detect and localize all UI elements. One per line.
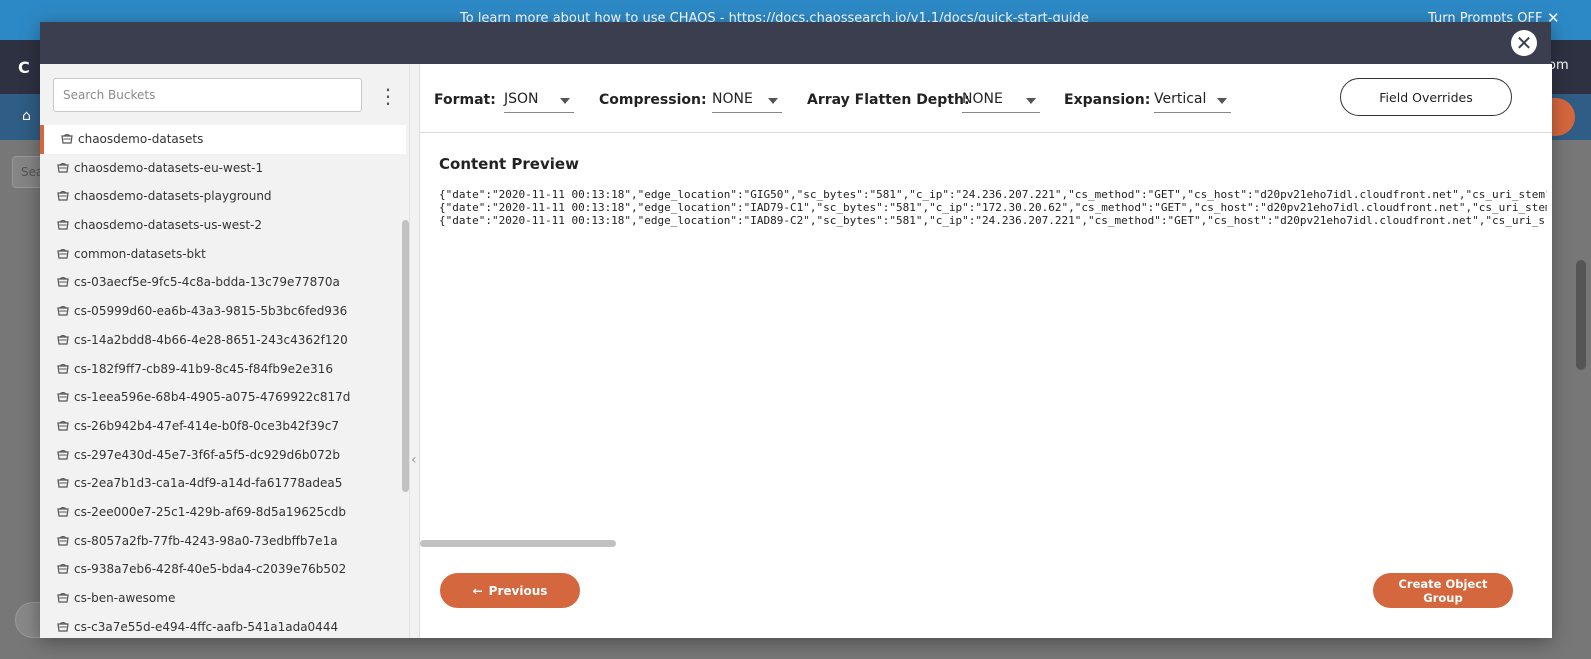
bucket-label: chaosdemo-datasets-playground <box>74 189 272 204</box>
bucket-list-item[interactable]: cs-05999d60-ea6b-43a3-9815-5b3bc6fed936 <box>40 297 406 326</box>
bucket-list-item[interactable]: chaosdemo-datasets-playground <box>40 182 406 211</box>
chevron-down-icon <box>1217 98 1227 104</box>
bucket-label: cs-297e430d-45e7-3f6f-a5f5-dc929d6b072b <box>74 447 341 462</box>
bucket-list-item[interactable]: cs-1eea596e-68b4-4905-a075-4769922c817d <box>40 383 406 412</box>
content-preview-title: Content Preview <box>439 155 579 173</box>
search-buckets-input[interactable] <box>53 78 362 112</box>
bucket-list-item[interactable]: cs-2ea7b1d3-ca1a-4df9-a14d-fa61778adea5 <box>40 469 406 498</box>
preview-line: {"date":"2020-11-11 00:13:18","edge_loca… <box>439 214 1545 227</box>
array-flatten-value: NONE <box>962 91 1003 107</box>
bucket-icon <box>57 391 69 402</box>
bucket-icon <box>57 248 69 259</box>
bucket-label: cs-1eea596e-68b4-4905-a075-4769922c817d <box>74 390 351 405</box>
compression-label: Compression: <box>599 92 707 108</box>
chevron-down-icon <box>768 98 778 104</box>
preview-horizontal-scrollbar[interactable] <box>420 540 616 547</box>
bucket-icon <box>57 477 69 488</box>
bucket-label: common-datasets-bkt <box>74 246 206 261</box>
bucket-label: cs-938a7eb6-428f-40e5-bda4-c2039e76b502 <box>74 562 347 577</box>
field-overrides-button[interactable]: Field Overrides <box>1340 78 1512 116</box>
bucket-icon <box>57 420 69 431</box>
bucket-list: chaosdemo-datasets chaosdemo-datasets-eu-… <box>40 125 406 638</box>
preview-line: {"date":"2020-11-11 00:13:18","edge_loca… <box>439 188 1547 201</box>
bucket-list-item[interactable]: cs-26b942b4-47ef-414e-b0f8-0ce3b42f39c7 <box>40 412 406 441</box>
bucket-list-item[interactable]: cs-2ee000e7-25c1-429b-af69-8d5a19625cdb <box>40 498 406 527</box>
create-object-group-modal: ✕ ⋮ chaosdemo-datasetschaosdemo-datasets… <box>40 22 1552 638</box>
bucket-icon <box>57 535 69 546</box>
preview-line: {"date":"2020-11-11 00:13:18","edge_loca… <box>439 201 1547 214</box>
bucket-icon <box>61 133 73 144</box>
previous-button[interactable]: ← Previous <box>440 573 580 608</box>
chevron-left-icon[interactable]: ‹ <box>411 452 417 468</box>
bucket-label: chaosdemo-datasets-eu-west-1 <box>74 160 264 175</box>
bucket-icon <box>57 506 69 517</box>
bucket-icon <box>57 190 69 201</box>
bucket-label: cs-2ee000e7-25c1-429b-af69-8d5a19625cdb <box>74 504 346 519</box>
bucket-icon <box>57 563 69 574</box>
close-icon[interactable]: ✕ <box>1511 30 1537 56</box>
bucket-list-item[interactable]: cs-8057a2fb-77fb-4243-98a0-73edbffb7e1a <box>40 527 406 556</box>
arrow-left-icon: ← <box>472 583 483 598</box>
bucket-icon <box>57 363 69 374</box>
bucket-list-item[interactable]: cs-ben-awesome <box>40 584 406 613</box>
array-flatten-label: Array Flatten Depth: <box>807 92 970 108</box>
bucket-label: cs-8057a2fb-77fb-4243-98a0-73edbffb7e1a <box>74 533 338 548</box>
format-label: Format: <box>434 92 496 108</box>
expansion-label: Expansion: <box>1064 92 1151 108</box>
preview-panel: Format: JSON Compression: NONE Array Fla… <box>419 64 1552 638</box>
bucket-list-item[interactable]: cs-03aecf5e-9fc5-4c8a-bdda-13c79e77870a <box>40 268 406 297</box>
bucket-label: cs-ben-awesome <box>74 591 176 605</box>
bucket-label: chaosdemo-datasets-us-west-2 <box>74 218 262 233</box>
bucket-label: chaosdemo-datasets <box>78 132 204 146</box>
kebab-menu-icon[interactable]: ⋮ <box>378 84 398 108</box>
bucket-list-item[interactable]: cs-297e430d-45e7-3f6f-a5f5-dc929d6b072b <box>40 441 406 470</box>
chevron-down-icon <box>560 98 570 104</box>
bucket-label: cs-26b942b4-47ef-414e-b0f8-0ce3b42f39c7 <box>74 418 340 433</box>
expansion-value: Vertical <box>1154 91 1207 107</box>
bucket-list-item[interactable]: chaosdemo-datasets <box>40 125 406 154</box>
page-scrollbar[interactable] <box>1576 260 1586 370</box>
bucket-label: cs-03aecf5e-9fc5-4c8a-bdda-13c79e77870a <box>74 275 340 290</box>
compression-value: NONE <box>712 91 753 107</box>
bucket-list-item[interactable]: cs-938a7eb6-428f-40e5-bda4-c2039e76b502 <box>40 555 406 584</box>
bucket-list-scrollbar[interactable] <box>402 220 409 492</box>
previous-button-label: Previous <box>488 583 548 598</box>
bucket-list-item[interactable]: cs-c3a7e55d-e494-4ffc-aafb-541a1ada0444 <box>40 613 406 638</box>
bucket-icon <box>57 449 69 460</box>
array-flatten-select[interactable]: NONE <box>962 86 1040 113</box>
modal-header: ✕ <box>40 22 1551 64</box>
bucket-icon <box>57 162 69 173</box>
home-icon[interactable]: ⌂ <box>22 108 31 124</box>
format-select[interactable]: JSON <box>504 86 574 113</box>
bucket-label: cs-14a2bdd8-4b66-4e28-8651-243c4362f120 <box>74 332 348 347</box>
expansion-select[interactable]: Vertical <box>1154 86 1231 113</box>
bucket-list-item[interactable]: common-datasets-bkt <box>40 240 406 269</box>
bucket-icon <box>57 621 69 632</box>
chevron-down-icon <box>1026 98 1036 104</box>
bucket-icon <box>57 592 69 603</box>
bucket-label: cs-182f9ff7-cb89-41b9-8c45-f84fb9e2e316 <box>74 361 333 376</box>
format-value: JSON <box>504 91 539 107</box>
bucket-list-item[interactable]: cs-14a2bdd8-4b66-4e28-8651-243c4362f120 <box>40 326 406 355</box>
bucket-label: cs-2ea7b1d3-ca1a-4df9-a14d-fa61778adea5 <box>74 476 343 491</box>
bucket-label: cs-05999d60-ea6b-43a3-9815-5b3bc6fed936 <box>74 304 348 319</box>
compression-select[interactable]: NONE <box>712 86 782 113</box>
bucket-icon <box>57 334 69 345</box>
bucket-list-item[interactable]: chaosdemo-datasets-eu-west-1 <box>40 154 406 183</box>
bucket-sidebar: ⋮ chaosdemo-datasets chaosdemo-datasets-e… <box>40 64 425 638</box>
bucket-list-item[interactable]: chaosdemo-datasets-us-west-2 <box>40 211 406 240</box>
bucket-icon <box>57 219 69 230</box>
create-object-group-button[interactable]: Create Object Group <box>1373 573 1513 608</box>
bucket-label: cs-c3a7e55d-e494-4ffc-aafb-541a1ada0444 <box>74 619 339 634</box>
bucket-icon <box>57 305 69 316</box>
format-toolbar: Format: JSON Compression: NONE Array Fla… <box>420 64 1552 133</box>
content-preview-box: {"date":"2020-11-11 00:13:18","edge_loca… <box>439 188 1547 238</box>
bucket-icon <box>57 276 69 288</box>
bucket-list-item[interactable]: cs-182f9ff7-cb89-41b9-8c45-f84fb9e2e316 <box>40 355 406 384</box>
